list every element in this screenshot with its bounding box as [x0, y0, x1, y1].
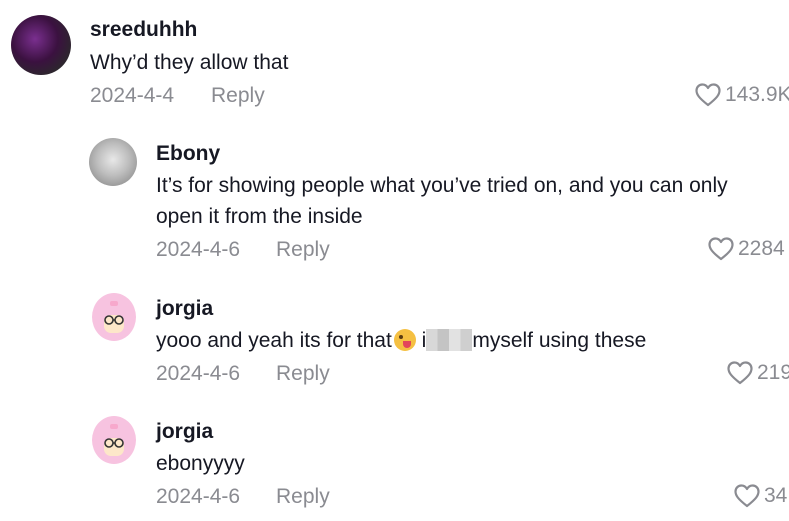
reply-button[interactable]: Reply: [211, 84, 265, 108]
comment-username[interactable]: Ebony: [156, 142, 220, 166]
like-button[interactable]: 34: [734, 484, 787, 508]
like-button[interactable]: 143.9K: [695, 83, 789, 107]
comment-item: jorgia ebonyyyy 2024-4-6 Reply 34: [0, 408, 789, 521]
comment-text: ebonyyyy: [156, 452, 245, 475]
like-button[interactable]: 219: [727, 361, 789, 385]
comment-text-part: i: [415, 329, 427, 352]
comment-date: 2024-4-6: [156, 485, 241, 508]
like-count: 219: [757, 361, 789, 384]
like-button[interactable]: 2284: [708, 237, 785, 261]
comment-text-part: yooo and yeah its for that: [156, 329, 392, 352]
avatar[interactable]: [92, 416, 136, 464]
comment-date: 2024-4-6: [156, 362, 241, 385]
avatar[interactable]: [89, 138, 137, 186]
comment-text: It’s for showing people what you’ve trie…: [156, 174, 728, 197]
reply-button[interactable]: Reply: [276, 238, 330, 262]
reply-button[interactable]: Reply: [276, 362, 330, 386]
avatar[interactable]: [11, 15, 71, 75]
like-count: 143.9K: [725, 83, 789, 106]
comment-text: open it from the inside: [156, 205, 363, 228]
squinting-face-with-tongue-icon: [393, 329, 416, 351]
heart-icon: [708, 237, 734, 261]
comment-item: jorgia yooo and yeah its for that i mysel…: [0, 285, 789, 395]
comment-item: sreeduhhh Why’d they allow that 2024-4-4…: [0, 0, 789, 120]
like-count: 34: [764, 484, 788, 507]
censored-word: [426, 329, 473, 351]
comment-username[interactable]: jorgia: [156, 420, 213, 444]
heart-icon: [727, 361, 753, 385]
heart-icon: [734, 484, 760, 508]
reply-button[interactable]: Reply: [276, 485, 330, 509]
comment-text: Why’d they allow that: [90, 51, 289, 74]
comment-item: Ebony It’s for showing people what you’v…: [0, 130, 789, 270]
comment-text-part: myself using these: [472, 329, 647, 352]
avatar[interactable]: [92, 293, 136, 341]
comment-username[interactable]: jorgia: [156, 297, 213, 321]
like-count: 2284: [738, 237, 785, 260]
comment-username[interactable]: sreeduhhh: [90, 18, 197, 42]
heart-icon: [695, 83, 721, 107]
comment-date: 2024-4-6: [156, 238, 241, 261]
comment-date: 2024-4-4: [90, 84, 175, 107]
comment-text: yooo and yeah its for that i myself using…: [156, 325, 646, 356]
